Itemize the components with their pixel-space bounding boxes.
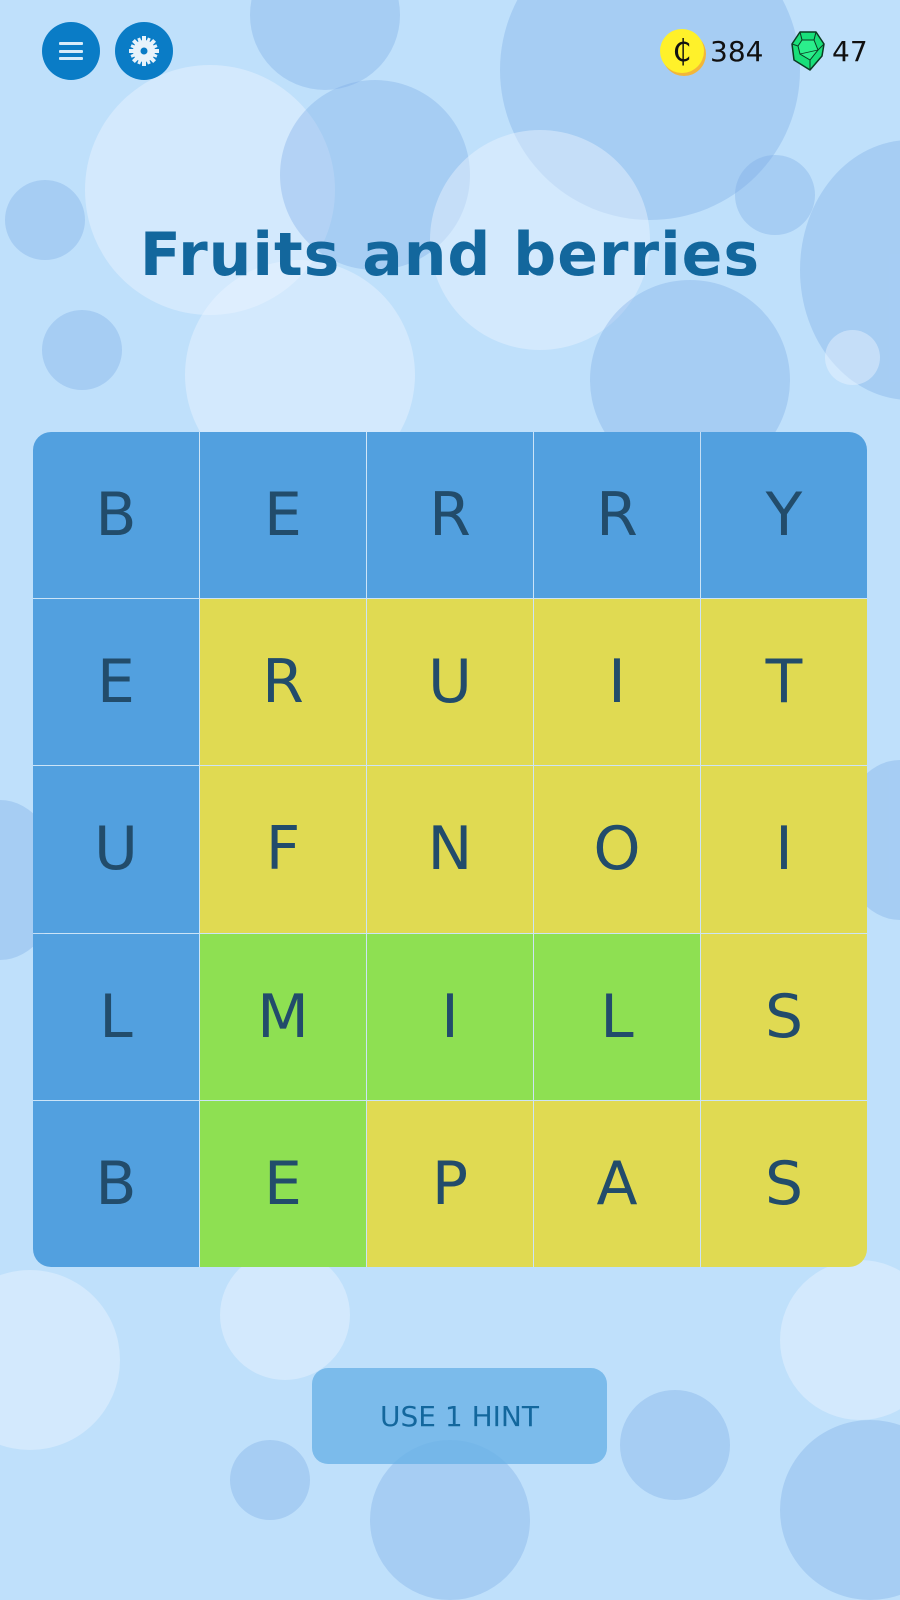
- letter-tile[interactable]: I: [534, 599, 700, 766]
- use-hint-button[interactable]: USE 1 HINT: [312, 1368, 607, 1464]
- coin-icon: ₵: [660, 29, 704, 73]
- letter-tile[interactable]: M: [200, 933, 366, 1100]
- letter-tile[interactable]: B: [33, 432, 199, 599]
- hamburger-menu-icon: [59, 42, 83, 60]
- letter-tile[interactable]: R: [367, 432, 533, 599]
- bubble: [0, 1270, 120, 1450]
- letter-tile[interactable]: S: [701, 1100, 867, 1267]
- letter-tile[interactable]: L: [534, 933, 700, 1100]
- puzzle-title: Fruits and berries: [139, 220, 761, 290]
- bubble: [780, 1260, 900, 1420]
- letter-tile[interactable]: E: [33, 599, 199, 766]
- menu-button[interactable]: [42, 22, 100, 80]
- gem-count: 47: [832, 34, 868, 68]
- coin-count: 384: [710, 34, 764, 68]
- letter-tile[interactable]: Y: [701, 432, 867, 599]
- gem-counter: 47: [790, 28, 868, 74]
- letter-tile[interactable]: B: [33, 1100, 199, 1267]
- letter-tile[interactable]: I: [367, 933, 533, 1100]
- letter-tile[interactable]: R: [534, 432, 700, 599]
- letter-tile[interactable]: N: [367, 766, 533, 933]
- letter-tile[interactable]: R: [200, 599, 366, 766]
- gear-icon: [129, 36, 159, 66]
- bubble: [620, 1390, 730, 1500]
- letter-tile[interactable]: U: [367, 599, 533, 766]
- bubble: [370, 1440, 530, 1600]
- letter-tile[interactable]: L: [33, 933, 199, 1100]
- bubble: [825, 330, 880, 385]
- settings-button[interactable]: [115, 22, 173, 80]
- bubble: [220, 1250, 350, 1380]
- bubble: [42, 310, 122, 390]
- letter-tile[interactable]: T: [701, 599, 867, 766]
- letter-tile[interactable]: F: [200, 766, 366, 933]
- letter-tile[interactable]: S: [701, 933, 867, 1100]
- letter-tile[interactable]: E: [200, 1100, 366, 1267]
- letter-tile[interactable]: O: [534, 766, 700, 933]
- letter-tile[interactable]: P: [367, 1100, 533, 1267]
- coin-counter: ₵ 384: [660, 28, 763, 74]
- letter-tile[interactable]: A: [534, 1100, 700, 1267]
- letter-tile[interactable]: I: [701, 766, 867, 933]
- letter-tile[interactable]: U: [33, 766, 199, 933]
- emerald-gem-icon: [791, 31, 825, 71]
- top-bar: ₵ 384 47: [0, 22, 900, 80]
- bubble: [230, 1440, 310, 1520]
- bubble: [780, 1420, 900, 1600]
- letter-tile[interactable]: E: [200, 432, 366, 599]
- letter-grid: BERRYERUITUFNOILMILSBEPAS: [33, 432, 867, 1267]
